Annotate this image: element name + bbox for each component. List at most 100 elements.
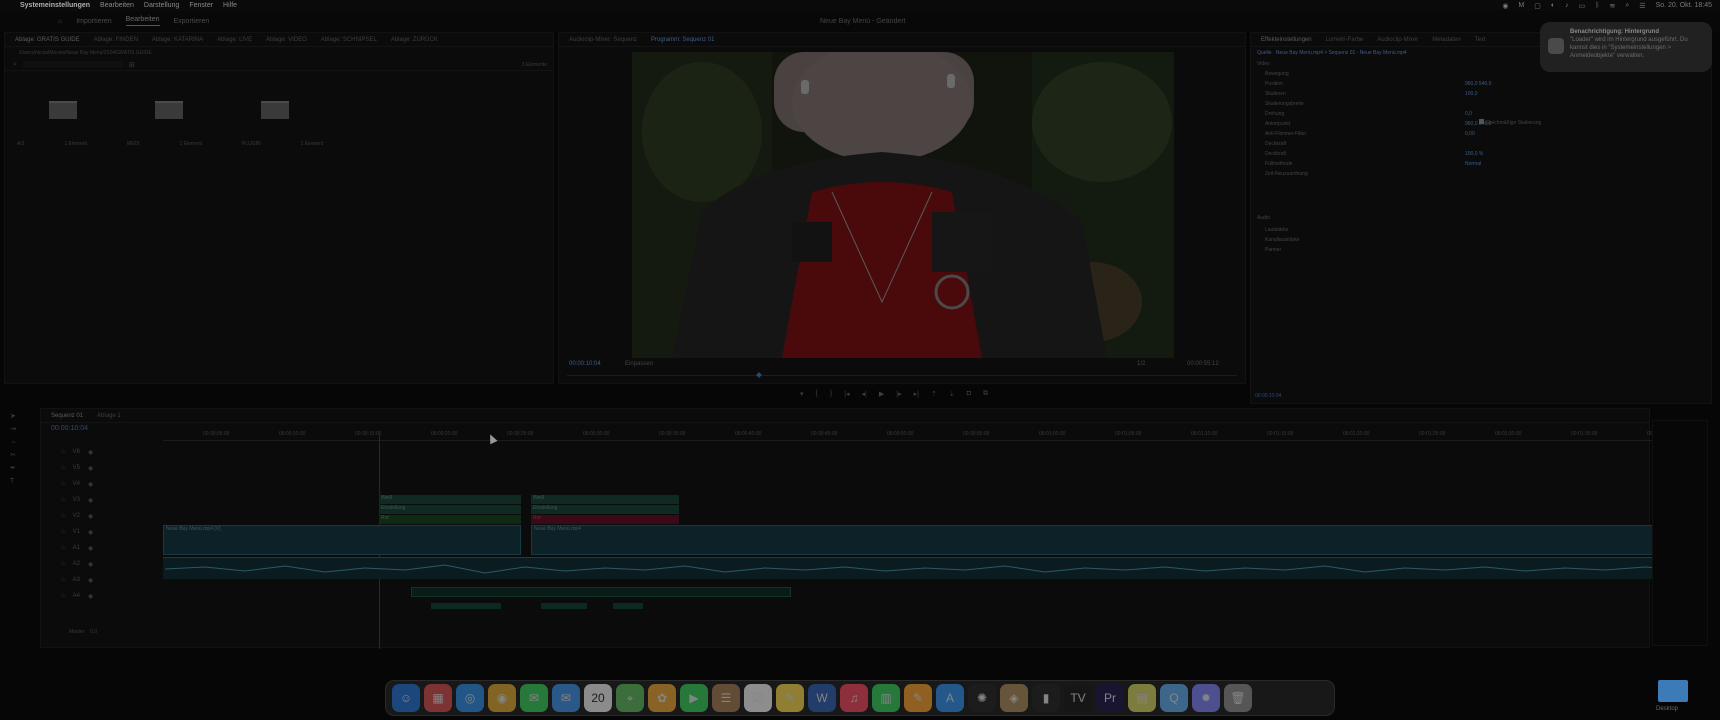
camera-icon[interactable]: ◘ [967, 390, 971, 400]
tab-text[interactable]: Text [1475, 37, 1486, 43]
search-input[interactable] [22, 61, 123, 68]
track-select-icon[interactable]: ⇥ [10, 423, 38, 436]
uniform-scale-checkbox[interactable]: Gleichmäßige Skalierung [1479, 119, 1541, 126]
effect-row-value[interactable]: 960,0 540,0 [1465, 81, 1491, 87]
track-header-v1[interactable]: ⌂ V1 ◉ [61, 529, 93, 536]
tab-program[interactable]: Programm: Sequenz 01 [651, 37, 714, 43]
track-header-a4[interactable]: ⌂ A4 ◉ [61, 593, 93, 600]
clock[interactable]: So. 20. Okt. 18:45 [1656, 2, 1712, 9]
tab-export[interactable]: Exportieren [174, 18, 210, 25]
tab-lumetri[interactable]: Lumetri-Farbe [1326, 37, 1364, 43]
tab-effect-controls[interactable]: Effekteinstellungen [1261, 37, 1312, 43]
audio-row[interactable]: Lautstärke [1265, 225, 1299, 235]
pages-icon[interactable]: ✎ [904, 684, 932, 712]
timeline-ruler[interactable]: 00:00:05:00 00:00:10:00 00:00:15:00 00:00:2… [163, 431, 1673, 441]
lock-icon[interactable]: ⌂ [61, 513, 65, 520]
ripple-edit-icon[interactable]: ⇔ [10, 436, 38, 449]
audio-icon[interactable]: ▮ [1032, 684, 1060, 712]
quicktime-icon[interactable]: Q [1160, 684, 1188, 712]
volume-icon[interactable]: ♪ [1565, 2, 1569, 9]
checkbox-icon[interactable] [1479, 119, 1484, 124]
effect-row-value[interactable]: 0,00 [1465, 131, 1475, 137]
menu-item[interactable]: Bearbeiten [100, 2, 134, 9]
effect-row-value[interactable]: 100,0 % [1465, 151, 1483, 157]
music-icon[interactable]: ♫ [840, 684, 868, 712]
messages-icon[interactable]: ✉ [520, 684, 548, 712]
chatgpt-icon[interactable]: ✺ [968, 684, 996, 712]
go-to-out-icon[interactable]: ▸| [914, 390, 919, 400]
contacts-icon[interactable]: ☰ [712, 684, 740, 712]
clip-adjustment[interactable]: Einstellung [531, 505, 679, 514]
lock-icon[interactable]: ⌂ [61, 449, 65, 456]
track-header-v5[interactable]: ⌂ V5 ◉ [61, 465, 93, 472]
visibility-icon[interactable]: ◉ [88, 449, 93, 456]
track-header-a1[interactable]: ⌂ A1 ◉ [61, 545, 93, 552]
maps-icon[interactable]: ⌖ [616, 684, 644, 712]
monitor-scrubber[interactable] [567, 375, 1237, 376]
track-header-v2[interactable]: ⌂ V2 ◉ [61, 513, 93, 520]
play-icon[interactable]: ▶ [879, 390, 884, 400]
lift-icon[interactable]: ⇡ [931, 390, 937, 400]
control-center-icon[interactable]: ☰ [1639, 2, 1645, 10]
tab-bin[interactable]: Ablage: SCHNIPSEL [321, 37, 377, 43]
menu-item[interactable]: Darstellung [144, 2, 179, 9]
premiere-icon[interactable]: Pr [1096, 684, 1124, 712]
filter-icon[interactable]: ⊞ [129, 61, 135, 69]
visibility-icon[interactable]: ◉ [88, 545, 93, 552]
track-header-v6[interactable]: ⌂ V6 ◉ [61, 449, 93, 456]
type-tool-icon[interactable]: T [10, 475, 38, 488]
tab-sequence[interactable]: Ablage 1 [97, 413, 121, 419]
tab-edit[interactable]: Bearbeiten [125, 16, 160, 26]
visibility-icon[interactable]: ◉ [88, 561, 93, 568]
tab-bin[interactable]: Ablage: VIDEO [266, 37, 307, 43]
resolution-dropdown[interactable]: 1/2 [1137, 361, 1145, 367]
lock-icon[interactable]: ⌂ [61, 481, 65, 488]
notification-banner[interactable]: Benachrichtigung: Hintergrund "Loader" w… [1540, 22, 1712, 72]
bin-folder[interactable] [49, 101, 77, 119]
lock-icon[interactable]: ⌂ [61, 497, 65, 504]
appstore-icon[interactable]: A [936, 684, 964, 712]
status-icon[interactable]: ▢ [1534, 2, 1541, 10]
bluetooth-icon[interactable]: ᛒ [1595, 2, 1599, 9]
tab-bin[interactable]: Ablage: ZURÜCK [391, 37, 438, 43]
clip-audio-sfx[interactable] [541, 603, 587, 609]
fit-dropdown[interactable]: Einpassen [625, 361, 653, 367]
clip-audio-sfx[interactable] [613, 603, 643, 609]
effect-row[interactable]: Deckkraft [1265, 139, 1711, 149]
photos-icon[interactable]: ✿ [648, 684, 676, 712]
finder-icon[interactable]: ☺ [392, 684, 420, 712]
visibility-icon[interactable]: ◉ [88, 577, 93, 584]
battery-icon[interactable]: ▭ [1579, 2, 1586, 10]
chrome-icon[interactable]: ◉ [488, 684, 516, 712]
numbers-icon[interactable]: ▥ [872, 684, 900, 712]
lock-icon[interactable]: ⌂ [61, 577, 65, 584]
tab-bin[interactable]: Ablage: FINDEN [94, 37, 138, 43]
selection-tool-icon[interactable]: ➤ [10, 410, 38, 423]
visibility-icon[interactable]: ◉ [88, 593, 93, 600]
home-icon[interactable]: ⌂ [58, 18, 62, 25]
tab-import[interactable]: Importieren [76, 18, 111, 25]
safari-icon[interactable]: ◎ [456, 684, 484, 712]
comparison-icon[interactable]: ⧉ [983, 390, 988, 400]
settings-icon[interactable]: ✹ [1192, 684, 1220, 712]
reminders-icon[interactable]: ☑ [744, 684, 772, 712]
clip-audio-waveform[interactable] [163, 557, 1676, 579]
mark-out-icon[interactable]: } [830, 390, 832, 400]
menu-item[interactable]: Fenster [189, 2, 213, 9]
track-header-a2[interactable]: ⌂ A2 ◉ [61, 561, 93, 568]
tab-metadata[interactable]: Metadaten [1432, 37, 1460, 43]
effect-row[interactable]: Skalierungsbreite [1265, 99, 1711, 109]
effect-row-value[interactable]: 0,0 [1465, 111, 1472, 117]
clip-video-second[interactable]: Neue Bay Menü.mp4 [531, 525, 1673, 555]
calendar-icon[interactable]: 20 [584, 684, 612, 712]
visibility-icon[interactable]: ◉ [88, 465, 93, 472]
archive-icon[interactable]: ▤ [1128, 684, 1156, 712]
visibility-icon[interactable]: ◉ [88, 497, 93, 504]
notes-icon[interactable]: ✎ [776, 684, 804, 712]
effect-row[interactable]: Anti-Flimmer-Filter 0,00 [1265, 129, 1711, 139]
track-header-a3[interactable]: ⌂ A3 ◉ [61, 577, 93, 584]
monitor-timecode-in[interactable]: 00:00:10:04 [569, 361, 601, 367]
visibility-icon[interactable]: ◉ [88, 529, 93, 536]
status-icon[interactable]: ◉ [1502, 2, 1508, 10]
effect-row[interactable]: Deckkraft 100,0 % [1265, 149, 1711, 159]
